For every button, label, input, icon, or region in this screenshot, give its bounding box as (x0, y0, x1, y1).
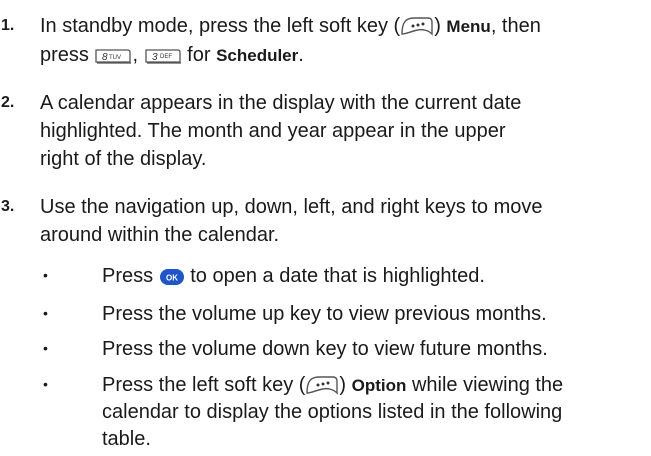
manual-page: 1. In standby mode, press the left soft … (0, 0, 651, 456)
step-2-text: A calendar appears in the display with t… (40, 89, 640, 173)
step-1-text: In standby mode, press the left soft key… (40, 12, 640, 70)
scheduler-label: Scheduler (216, 46, 299, 65)
bullet-4-line-3: table. (102, 428, 151, 450)
key-8-digit: 8 (102, 52, 108, 63)
key-3-digit: 3 (152, 52, 158, 63)
step-1: 1. In standby mode, press the left soft … (0, 14, 651, 74)
step-3-text: Use the navigation up, down, left, and r… (40, 193, 640, 249)
bullet-item: • Press the volume down key to view futu… (0, 338, 651, 366)
bullet-symbol: • (43, 305, 48, 321)
step-number: 2. (1, 94, 15, 111)
step-3-line-2: around within the calendar. (40, 224, 280, 246)
menu-label: Menu (446, 17, 491, 36)
step-2: 2. A calendar appears in the display wit… (0, 91, 651, 181)
key-8-icon: 8 TUV (95, 49, 132, 64)
bullet-symbol: • (43, 267, 48, 283)
ok-key-label: OK (166, 273, 178, 282)
key-3-icon: 3 DEF (144, 49, 181, 64)
bullet-item: • Press the volume up key to view previo… (0, 303, 651, 331)
key-8-letters: TUV (109, 55, 121, 61)
soft-key-icon (306, 376, 339, 395)
ok-key-icon: OK (159, 268, 184, 285)
bullet-symbol: • (43, 376, 48, 392)
bullet-item: • Press the left soft key () Option whil… (0, 374, 651, 456)
step-2-line-1: A calendar appears in the display with t… (40, 92, 522, 114)
bullet-text: Press the volume up key to view previous… (102, 303, 547, 325)
step-2-line-3: right of the display. (40, 148, 207, 170)
bullet-4-line-2: calendar to display the options listed i… (102, 401, 563, 423)
bullet-symbol: • (43, 340, 48, 356)
bullet-item: • Press OK to open a date that is highli… (0, 265, 651, 293)
step-number: 3. (1, 198, 15, 215)
bullet-4-line-1: Press the left soft key () Option while … (102, 374, 564, 396)
bullet-text: Press OK to open a date that is highligh… (102, 265, 485, 287)
bullet-text: Press the left soft key () Option while … (102, 372, 647, 453)
step-1-line-1: In standby mode, press the left soft key… (40, 15, 541, 37)
step-3: 3. Use the navigation up, down, left, an… (0, 195, 651, 255)
step-2-line-2: highlighted. The month and year appear i… (40, 120, 506, 142)
bullet-text: Press the volume down key to view future… (102, 338, 548, 360)
key-3-letters: DEF (160, 54, 172, 60)
step-1-line-2: press 8 TUV, 3 DEF for Scheduler. (40, 44, 304, 66)
step-number: 1. (1, 17, 15, 34)
option-label: Option (351, 376, 407, 395)
soft-key-icon (401, 17, 433, 36)
step-3-line-1: Use the navigation up, down, left, and r… (40, 196, 543, 218)
